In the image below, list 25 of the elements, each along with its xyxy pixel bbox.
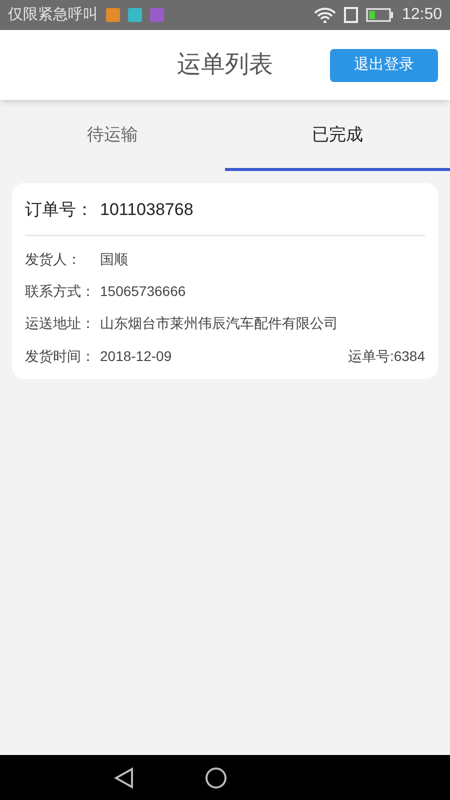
field-label: 发货时间：	[25, 346, 96, 366]
order-number: 1011038768	[100, 199, 194, 221]
field-label: 运送地址：	[25, 314, 96, 332]
home-icon[interactable]	[205, 766, 227, 788]
field-label: 联系方式：	[25, 282, 96, 300]
field-value: 国顺	[100, 250, 129, 268]
notification-icon	[106, 8, 120, 22]
page-title: 运单列表	[177, 50, 273, 80]
notification-icon	[128, 8, 142, 22]
tab[interactable]: 待运输	[0, 101, 225, 171]
order-number-label: 订单号：	[25, 199, 94, 221]
waybill-number: 运单号:6384	[348, 346, 425, 366]
field-value: 15065736666	[100, 282, 187, 300]
order-card[interactable]: 订单号： 1011038768 发货人： 国顺 联系方式： 15065736666 运送地址： 山东烟台市莱州伟辰汽车配件有限公司 发货时间： 2018-12-09 运单号:6384	[12, 183, 438, 378]
battery-icon	[366, 8, 394, 22]
field-label: 发货人：	[25, 250, 82, 268]
carrier-text: 仅限紧急呼叫	[8, 4, 98, 25]
clock-text: 12:50	[402, 5, 442, 25]
field-value: 山东烟台市莱州伟辰汽车配件有限公司	[100, 314, 339, 332]
back-icon[interactable]	[113, 766, 135, 788]
field-value: 2018-12-09	[100, 346, 172, 366]
tab[interactable]: 已完成	[225, 101, 450, 171]
sim-card-icon	[344, 7, 358, 23]
notification-icon	[150, 8, 164, 22]
wifi-icon	[314, 7, 336, 23]
